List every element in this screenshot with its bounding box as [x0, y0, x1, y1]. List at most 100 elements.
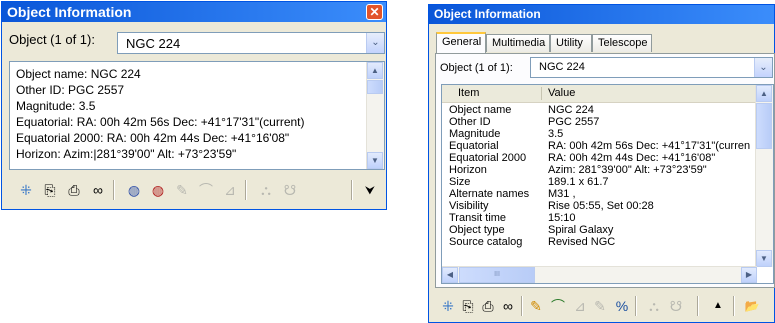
toolbar-separator: [733, 296, 735, 316]
edit-icon[interactable]: ✎: [591, 297, 609, 315]
chevron-down-icon[interactable]: ⌄: [366, 33, 384, 53]
tab-general[interactable]: General: [436, 32, 486, 53]
detail-line: Other ID: PGC 2557: [16, 83, 125, 97]
satellite-icon[interactable]: ☋: [667, 297, 685, 315]
title-bar[interactable]: Object Information ✕: [2, 2, 386, 22]
row-value: 15:10: [548, 212, 576, 224]
row-value: Rise 05:55, Set 00:28: [548, 200, 654, 212]
percent-icon[interactable]: %: [613, 297, 631, 315]
detail-line: Equatorial: RA: 00h 42m 56s Dec: +41°17'…: [16, 115, 305, 129]
object-label: Object (1 of 1):: [9, 32, 95, 47]
center-object-icon[interactable]: ⁜: [17, 181, 35, 199]
print-icon[interactable]: ⎙: [65, 181, 83, 199]
globe-blue-icon[interactable]: ◍: [125, 181, 143, 199]
row-value: NGC 224: [548, 104, 594, 116]
object-dropdown-value: NGC 224: [126, 36, 181, 51]
row-item: Equatorial: [449, 140, 499, 152]
toolbar: ⁜ ⎘ ⎙ ∞ ◍ ◍ ✎ ⌒ ⊿ ⛬ ☋ ⮟: [9, 175, 385, 205]
close-button[interactable]: ✕: [366, 4, 383, 20]
row-value: M31 ,: [548, 188, 576, 200]
object-info-window-right: Object Information General Multimedia Ut…: [428, 4, 775, 323]
tab-multimedia[interactable]: Multimedia: [486, 34, 550, 52]
scroll-down-button[interactable]: ▼: [756, 250, 772, 267]
up-arrow-icon[interactable]: ▲: [709, 297, 727, 315]
globe-red-icon[interactable]: ◍: [149, 181, 167, 199]
scroll-left-button[interactable]: ◀: [442, 267, 458, 283]
detail-line: Equatorial 2000: RA: 00h 42m 44s Dec: +4…: [16, 131, 290, 145]
row-item: Transit time: [449, 212, 507, 224]
copy-icon[interactable]: ⎘: [41, 181, 59, 199]
scroll-down-button[interactable]: ▼: [367, 152, 383, 169]
object-details-text[interactable]: Object name: NGC 224 Other ID: PGC 2557 …: [9, 61, 385, 170]
toolbar-separator: [245, 180, 247, 200]
row-value: RA: 00h 42m 44s Dec: +41°16'08": [548, 152, 716, 164]
arc-icon[interactable]: ⌒: [197, 181, 215, 199]
telescope-icon[interactable]: ⛬: [257, 181, 275, 199]
object-label: Object (1 of 1):: [440, 62, 513, 74]
object-dropdown[interactable]: NGC 224 ⌄: [530, 57, 773, 78]
row-value: Revised NGC: [548, 236, 616, 248]
scroll-thumb[interactable]: [367, 80, 383, 94]
scroll-right-button[interactable]: ▶: [741, 267, 757, 283]
open-folder-icon[interactable]: 📂: [743, 297, 761, 315]
tab-utility[interactable]: Utility: [550, 34, 592, 52]
row-value: Azim: 281°39'00" Alt: +73°23'59": [548, 164, 707, 176]
row-value: 3.5: [548, 128, 564, 140]
chevron-down-icon[interactable]: ⌄: [754, 58, 772, 77]
row-value: Spiral Galaxy: [548, 224, 614, 236]
row-value: PGC 2557: [548, 116, 600, 128]
toolbar-separator: [113, 180, 115, 200]
object-dropdown[interactable]: NGC 224 ⌄: [117, 32, 385, 54]
row-item: Magnitude: [449, 128, 501, 140]
toolbar-separator: [351, 180, 353, 200]
toolbar: ⁜ ⎘ ⎙ ∞ ✎ ⌒ ⊿ ✎ % ⛬ ☋ ▲ 📂: [435, 291, 775, 321]
toolbar-separator: [697, 296, 699, 316]
detail-line: Magnitude: 3.5: [16, 99, 96, 113]
detail-line: Object name: NGC 224: [16, 67, 141, 81]
column-header-value[interactable]: Value: [548, 87, 575, 99]
scroll-up-button[interactable]: ▲: [756, 85, 772, 102]
binoculars-icon[interactable]: ∞: [89, 181, 107, 199]
toolbar-separator: [635, 296, 637, 316]
vertical-scrollbar[interactable]: ▲ ▼: [755, 85, 773, 267]
row-value: RA: 00h 42m 56s Dec: +41°17'31"(curren: [548, 140, 751, 152]
binoculars-icon[interactable]: ∞: [499, 297, 517, 315]
scroll-up-button[interactable]: ▲: [367, 62, 383, 79]
print-icon[interactable]: ⎙: [479, 297, 497, 315]
object-dropdown-value: NGC 224: [539, 61, 585, 73]
arc-icon[interactable]: ⌒: [549, 297, 567, 315]
window-title: Object Information: [7, 4, 132, 20]
more-options-icon[interactable]: ⮟: [361, 181, 379, 199]
pencil-icon[interactable]: ✎: [173, 181, 191, 199]
row-item: Size: [449, 176, 471, 188]
row-item: Equatorial 2000: [449, 152, 527, 164]
grid-header: Item Value: [442, 85, 761, 103]
row-item: Object name: [449, 104, 512, 116]
column-divider: [541, 87, 542, 100]
row-value: 189.1 x 61.7: [548, 176, 609, 188]
properties-grid[interactable]: Item Value Object name NGC 224 Other ID …: [441, 84, 774, 284]
detail-line: Horizon: Azim:|281°39'00" Alt: +73°23'59…: [16, 147, 237, 161]
row-item: Object type: [449, 224, 505, 236]
horizontal-scroll-thumb[interactable]: III: [459, 267, 535, 283]
copy-icon[interactable]: ⎘: [459, 297, 477, 315]
tab-strip: General Multimedia Utility Telescope: [436, 32, 769, 53]
angle-icon[interactable]: ⊿: [221, 181, 239, 199]
vertical-scrollbar[interactable]: ▲ ▼: [366, 62, 384, 169]
window-title: Object Information: [434, 7, 541, 21]
row-item: Alternate names: [449, 188, 530, 200]
row-item: Source catalog: [449, 236, 523, 248]
column-header-item[interactable]: Item: [458, 87, 479, 99]
object-info-window-left: Object Information ✕ Object (1 of 1): NG…: [1, 1, 387, 210]
row-item: Horizon: [449, 164, 487, 176]
satellite-icon[interactable]: ☋: [281, 181, 299, 199]
tab-telescope[interactable]: Telescope: [592, 34, 652, 52]
angle-icon[interactable]: ⊿: [571, 297, 589, 315]
row-item: Visibility: [449, 200, 489, 212]
title-bar[interactable]: Object Information: [429, 5, 774, 24]
center-object-icon[interactable]: ⁜: [439, 297, 457, 315]
pencil-icon[interactable]: ✎: [527, 297, 545, 315]
telescope-icon[interactable]: ⛬: [645, 297, 663, 315]
horizontal-scrollbar[interactable]: ◀ III ▶: [442, 266, 757, 283]
scroll-thumb[interactable]: [756, 103, 772, 149]
